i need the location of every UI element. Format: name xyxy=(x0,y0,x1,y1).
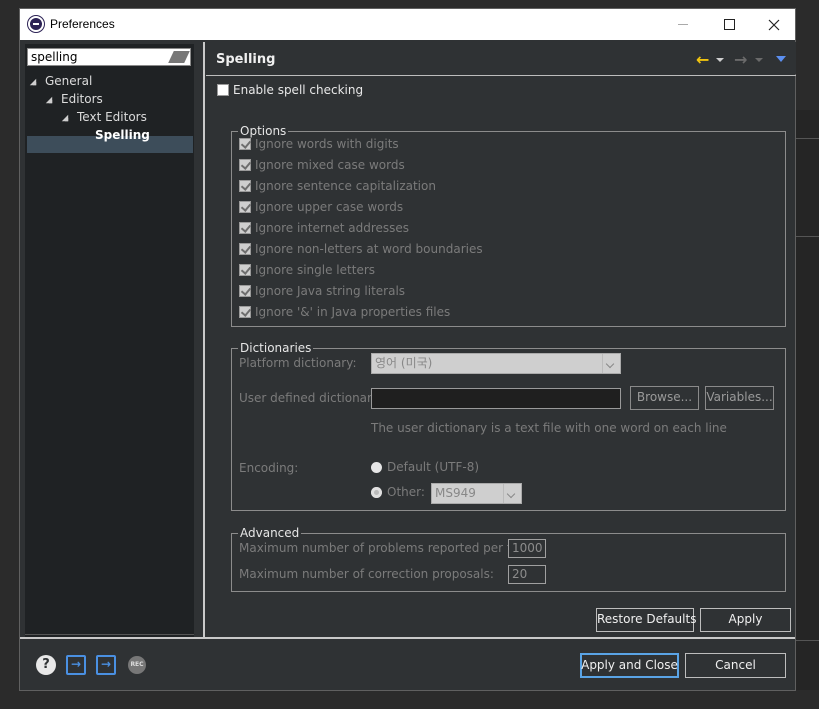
advanced-legend: Advanced xyxy=(238,525,302,541)
checkbox-box xyxy=(239,264,251,276)
checkbox-box xyxy=(239,138,251,150)
apply-button[interactable]: Apply xyxy=(700,608,791,632)
expand-arrow-icon[interactable] xyxy=(45,96,53,103)
close-button[interactable] xyxy=(751,9,797,40)
user-dictionary-label: User defined dictionary: xyxy=(239,391,383,405)
encoding-label: Encoding: xyxy=(239,461,299,475)
background-divider xyxy=(796,138,819,139)
tree-bottom-line xyxy=(25,634,194,635)
panel-divider[interactable] xyxy=(203,42,205,638)
user-dictionary-hint: The user dictionary is a text file with … xyxy=(371,421,727,435)
maximize-button[interactable] xyxy=(706,9,752,40)
expand-arrow-icon[interactable] xyxy=(29,78,37,85)
window-title: Preferences xyxy=(50,17,115,31)
checkbox-box xyxy=(239,180,251,192)
checkbox-box xyxy=(239,243,251,255)
footer-separator xyxy=(20,637,795,639)
tree-item-general[interactable]: General xyxy=(29,72,92,90)
record-icon[interactable]: REC xyxy=(128,656,146,674)
enable-spell-checking-checkbox[interactable]: Enable spell checking xyxy=(217,82,363,98)
platform-dictionary-select: 영어 (미국) xyxy=(371,353,621,374)
option-checkbox: Ignore upper case words xyxy=(239,199,403,215)
back-dropdown-icon[interactable] xyxy=(716,58,724,62)
option-checkbox: Ignore internet addresses xyxy=(239,220,409,236)
checkbox-box[interactable] xyxy=(217,84,229,96)
tree-item-spelling[interactable]: Spelling xyxy=(95,126,150,144)
filter-input[interactable]: spelling xyxy=(27,48,191,66)
title-bar: Preferences xyxy=(20,9,795,40)
cancel-button[interactable]: Cancel xyxy=(685,653,786,678)
background-panel xyxy=(796,110,819,690)
user-dictionary-field[interactable] xyxy=(371,388,621,409)
option-checkbox: Ignore mixed case words xyxy=(239,157,405,173)
page-header: Spelling ← → xyxy=(206,42,796,74)
option-checkbox: Ignore single letters xyxy=(239,262,375,278)
forward-arrow-icon[interactable]: → xyxy=(734,50,747,69)
option-checkbox: Ignore non-letters at word boundaries xyxy=(239,241,483,257)
forward-dropdown-icon[interactable] xyxy=(755,58,763,62)
import-icon[interactable]: → xyxy=(66,655,86,675)
preference-tree-panel: spelling General Editors Text Editors Sp… xyxy=(25,44,194,638)
background-divider xyxy=(796,640,819,641)
platform-dictionary-label: Platform dictionary: xyxy=(239,356,357,370)
tree-item-editors[interactable]: Editors xyxy=(45,90,103,108)
checkbox-box xyxy=(239,201,251,213)
expand-arrow-icon[interactable] xyxy=(61,114,69,121)
help-icon[interactable]: ? xyxy=(36,655,56,675)
dictionaries-legend: Dictionaries xyxy=(238,340,314,356)
max-problems-label: Maximum number of problems reported per … xyxy=(239,541,530,555)
preferences-dialog: Preferences spelling General Editors Tex… xyxy=(19,8,796,691)
clear-filter-icon[interactable] xyxy=(168,51,190,63)
option-checkbox: Ignore sentence capitalization xyxy=(239,178,436,194)
option-checkbox: Ignore words with digits xyxy=(239,136,399,152)
browse-button[interactable]: Browse... xyxy=(630,386,699,410)
view-menu-icon[interactable] xyxy=(776,56,786,62)
checkbox-box xyxy=(239,159,251,171)
checkbox-box xyxy=(239,222,251,234)
export-icon[interactable]: → xyxy=(96,655,116,675)
eclipse-icon xyxy=(28,16,44,32)
encoding-default-radio[interactable]: Default (UTF-8) xyxy=(371,460,479,474)
radio-dot[interactable] xyxy=(371,486,382,498)
checkbox-box xyxy=(239,285,251,297)
filter-value: spelling xyxy=(31,50,78,64)
header-separator xyxy=(206,75,796,76)
max-corrections-field[interactable]: 20 xyxy=(508,565,546,584)
encoding-other-select: MS949 xyxy=(431,483,522,504)
close-icon xyxy=(768,19,780,30)
option-checkbox: Ignore '&' in Java properties files xyxy=(239,304,450,320)
variables-button[interactable]: Variables... xyxy=(705,386,774,410)
option-checkbox: Ignore Java string literals xyxy=(239,283,405,299)
back-arrow-icon[interactable]: ← xyxy=(696,50,709,69)
checkbox-box xyxy=(239,306,251,318)
tree-item-text-editors[interactable]: Text Editors xyxy=(61,108,147,126)
max-problems-field[interactable]: 1000 xyxy=(508,539,546,558)
background-divider xyxy=(796,236,819,237)
minimize-button[interactable] xyxy=(660,9,706,40)
chevron-down-icon xyxy=(602,354,620,373)
page-title: Spelling xyxy=(216,52,276,67)
max-corrections-label: Maximum number of correction proposals: xyxy=(239,567,494,581)
restore-defaults-button[interactable]: Restore Defaults xyxy=(596,608,696,632)
radio-dot[interactable] xyxy=(371,461,382,473)
encoding-other-radio[interactable]: Other: xyxy=(371,485,425,499)
chevron-down-icon xyxy=(503,484,521,503)
apply-and-close-button[interactable]: Apply and Close xyxy=(580,653,679,678)
